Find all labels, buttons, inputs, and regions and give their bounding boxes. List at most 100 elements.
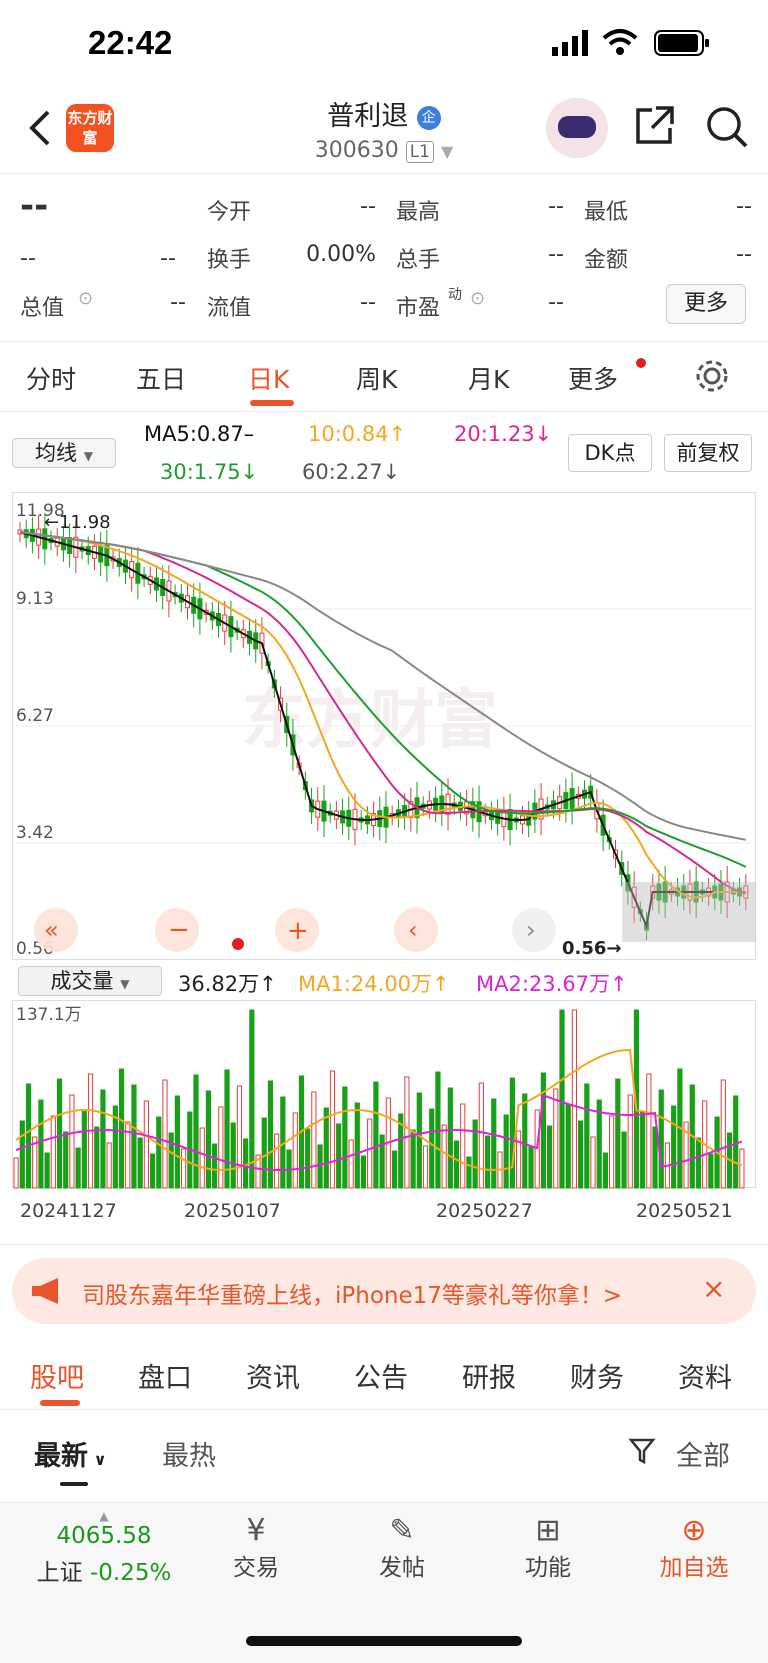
notification-dot [636, 358, 646, 368]
high-value: -- [548, 194, 564, 219]
tab-finance[interactable]: 财务 [570, 1356, 624, 1395]
date-1: 20241127 [20, 1200, 117, 1222]
tab-more[interactable]: 更多 [568, 360, 618, 396]
info-icon[interactable]: ⊙ [78, 288, 93, 309]
content-tabs: 股吧 盘口 资讯 公告 研报 财务 资料 [0, 1340, 768, 1410]
tab-news[interactable]: 资讯 [246, 1356, 300, 1395]
chevron-down-icon: ∨ [88, 1450, 107, 1469]
rewind-icon[interactable]: « [44, 916, 59, 944]
min-marker: 0.56→ [562, 938, 622, 959]
battery-icon [654, 30, 709, 56]
volume-chart[interactable]: 137.1万 [12, 1000, 756, 1190]
assistant-robot-icon[interactable] [546, 98, 608, 158]
up-arrow-icon: ▲ [99, 1509, 109, 1523]
signal-icon [552, 30, 588, 56]
close-icon[interactable]: × [702, 1272, 725, 1305]
wifi-icon [602, 29, 638, 55]
high-label: 最高 [396, 200, 441, 225]
dk-point-button[interactable]: DK点 [568, 434, 652, 472]
tab-fenshi[interactable]: 分时 [26, 360, 76, 396]
volume-ma2: MA2:23.67万↑ [476, 972, 628, 996]
enterprise-badge-icon: 企 [416, 105, 441, 130]
amount-label: 金额 [584, 248, 629, 273]
filter-icon[interactable] [628, 1436, 658, 1466]
tab-month-k[interactable]: 月K [468, 360, 509, 396]
share-icon[interactable] [632, 104, 676, 148]
tab-day-k[interactable]: 日K [248, 360, 289, 396]
volume-max: 137.1万 [16, 1005, 82, 1025]
megaphone-icon [32, 1278, 58, 1304]
filter-all[interactable]: 全部 [676, 1434, 730, 1473]
settings-gear-icon[interactable] [694, 358, 730, 394]
search-icon[interactable] [704, 104, 750, 150]
total-value-label: 总值 [20, 296, 65, 321]
tab-announcements[interactable]: 公告 [354, 1356, 408, 1395]
active-subtab-indicator [40, 1400, 80, 1406]
k-line-chart[interactable]: 东方财富 11.98 9.13 6.27 3.42 0.56 ←11.98 0.… [12, 492, 756, 960]
pe-label: 市盈 [396, 296, 441, 321]
volume-legend: 成交量 ▼ 36.82万↑ MA1:24.00万↑ MA2:23.67万↑ [14, 964, 758, 998]
nav-post[interactable]: ✎ 发帖 [342, 1513, 462, 1582]
status-bar: 22:42 [0, 0, 768, 90]
nav-trade-label: 交易 [233, 1555, 279, 1581]
ma-selector-label: 均线 [35, 441, 78, 465]
dropdown-icon: ▼ [120, 977, 130, 991]
pe-info-icon[interactable]: ⊙ [470, 288, 485, 309]
y-label-3: 6.27 [16, 706, 54, 726]
next-icon[interactable]: › [526, 916, 536, 944]
selection-box[interactable] [622, 882, 756, 942]
trade-icon: ¥ [246, 1513, 266, 1548]
tab-pankou[interactable]: 盘口 [138, 1356, 192, 1395]
open-label: 今开 [207, 200, 252, 225]
volume-value: -- [548, 242, 564, 267]
tab-guba[interactable]: 股吧 [30, 1356, 84, 1395]
y-label-4: 3.42 [16, 823, 54, 843]
zoom-out-icon[interactable]: − [168, 915, 190, 945]
date-2: 20250107 [184, 1200, 281, 1222]
zoom-in-icon[interactable]: + [287, 916, 309, 946]
pe-sup: 动 [448, 287, 462, 303]
grid-icon: ⊞ [535, 1513, 561, 1548]
ma5-value: MA5:0.87– [144, 422, 255, 446]
nav-trade[interactable]: ¥ 交易 [196, 1513, 316, 1582]
sort-hottest[interactable]: 最热 [162, 1434, 216, 1473]
sort-indicator [60, 1482, 88, 1486]
nav-functions-label: 功能 [525, 1555, 571, 1581]
divider [0, 1244, 768, 1245]
tab-research[interactable]: 研报 [462, 1356, 516, 1395]
tab-profile[interactable]: 资料 [678, 1356, 732, 1395]
nav-functions[interactable]: ⊞ 功能 [488, 1513, 608, 1582]
max-marker: ←11.98 [44, 512, 111, 533]
total-value: -- [170, 290, 186, 315]
index-widget[interactable]: ▲ 4065.58 上证 -0.25% [24, 1509, 184, 1587]
volume-ma1: MA1:24.00万↑ [298, 972, 450, 996]
promo-banner[interactable]: 司股东嘉年华重磅上线，iPhone17等豪礼等你拿！> × [12, 1258, 756, 1324]
turnover-value: 0.00% [306, 242, 376, 267]
float-value-label: 流值 [207, 296, 252, 321]
level-badge: L1 [405, 141, 434, 163]
volume-svg: 137.1万 [12, 1000, 756, 1189]
ma10-value: 10:0.84↑ [308, 422, 407, 446]
pe-value: -- [548, 290, 564, 315]
chart-controls: « − + ‹ › [34, 908, 556, 952]
ma-selector[interactable]: 均线 ▼ [12, 438, 116, 468]
tab-five-day[interactable]: 五日 [136, 360, 186, 396]
volume-selector-label: 成交量 [50, 969, 114, 993]
tab-week-k[interactable]: 周K [356, 360, 397, 396]
chevron-down-icon: ▼ [440, 142, 454, 161]
index-name: 上证 [36, 1560, 83, 1586]
stock-name: 普利退 [327, 101, 409, 132]
nav-add-watchlist[interactable]: ⊕ 加自选 [634, 1513, 754, 1582]
volume-selector[interactable]: 成交量 ▼ [18, 966, 162, 996]
ma60-value: 60:2.27↓ [302, 460, 401, 484]
banner-text: 司股东嘉年华重磅上线，iPhone17等豪礼等你拿！> [82, 1283, 623, 1309]
volume-label: 总手 [396, 248, 441, 273]
index-change: -0.25% [89, 1560, 172, 1586]
k-line-svg: 东方财富 11.98 9.13 6.27 3.42 0.56 ←11.98 0.… [12, 492, 756, 960]
sort-newest[interactable]: 最新 ∨ [34, 1434, 107, 1473]
more-quote-button[interactable]: 更多 [666, 284, 746, 324]
adjust-button[interactable]: 前复权 [664, 434, 752, 472]
active-tab-indicator [250, 400, 294, 406]
filter-row: 最新 ∨ 最热 全部 [0, 1410, 768, 1500]
prev-icon[interactable]: ‹ [408, 916, 418, 944]
